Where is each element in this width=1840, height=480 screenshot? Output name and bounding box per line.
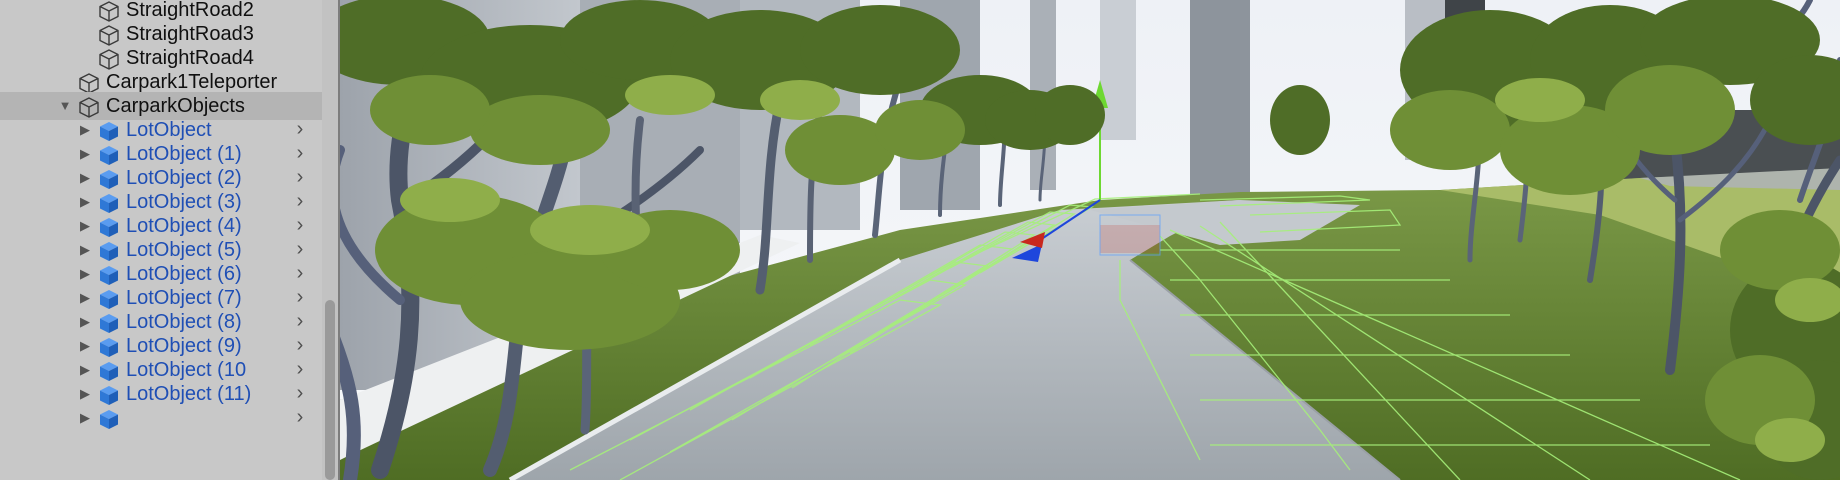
prefab-cube-icon (100, 386, 118, 405)
prefab-cube-icon (100, 122, 118, 141)
prefab-cube-icon (100, 242, 118, 261)
scene-view[interactable] (340, 0, 1840, 480)
open-prefab-chevron-icon[interactable]: › (290, 404, 310, 432)
prefab-cube-icon (100, 410, 118, 429)
cube-outline-icon (79, 73, 99, 94)
cube-outline-icon (99, 1, 119, 22)
prefab-cube-icon (100, 170, 118, 189)
fold-collapsed-icon[interactable]: ▶ (76, 404, 94, 432)
prefab-cube-icon (100, 290, 118, 309)
unity-editor: StraightRoad2 StraightRoad3 StraightRoad4 C… (0, 0, 1840, 480)
prefab-cube-icon (100, 338, 118, 357)
hierarchy-scrollbar[interactable] (322, 0, 338, 480)
cube-outline-icon (99, 25, 119, 46)
prefab-cube-icon (100, 146, 118, 165)
prefab-cube-icon (100, 362, 118, 381)
prefab-cube-icon (100, 194, 118, 213)
prefab-cube-icon (100, 218, 118, 237)
hierarchy-panel: StraightRoad2 StraightRoad3 StraightRoad4 C… (0, 0, 338, 480)
cube-outline-icon (99, 49, 119, 70)
cube-outline-icon (79, 97, 99, 118)
prefab-cube-icon (100, 266, 118, 285)
scene-viewport[interactable] (340, 0, 1840, 480)
prefab-cube-icon (100, 314, 118, 333)
scrollbar-thumb[interactable] (325, 300, 335, 480)
hierarchy-item-prefab[interactable]: ▶ › (0, 404, 322, 432)
